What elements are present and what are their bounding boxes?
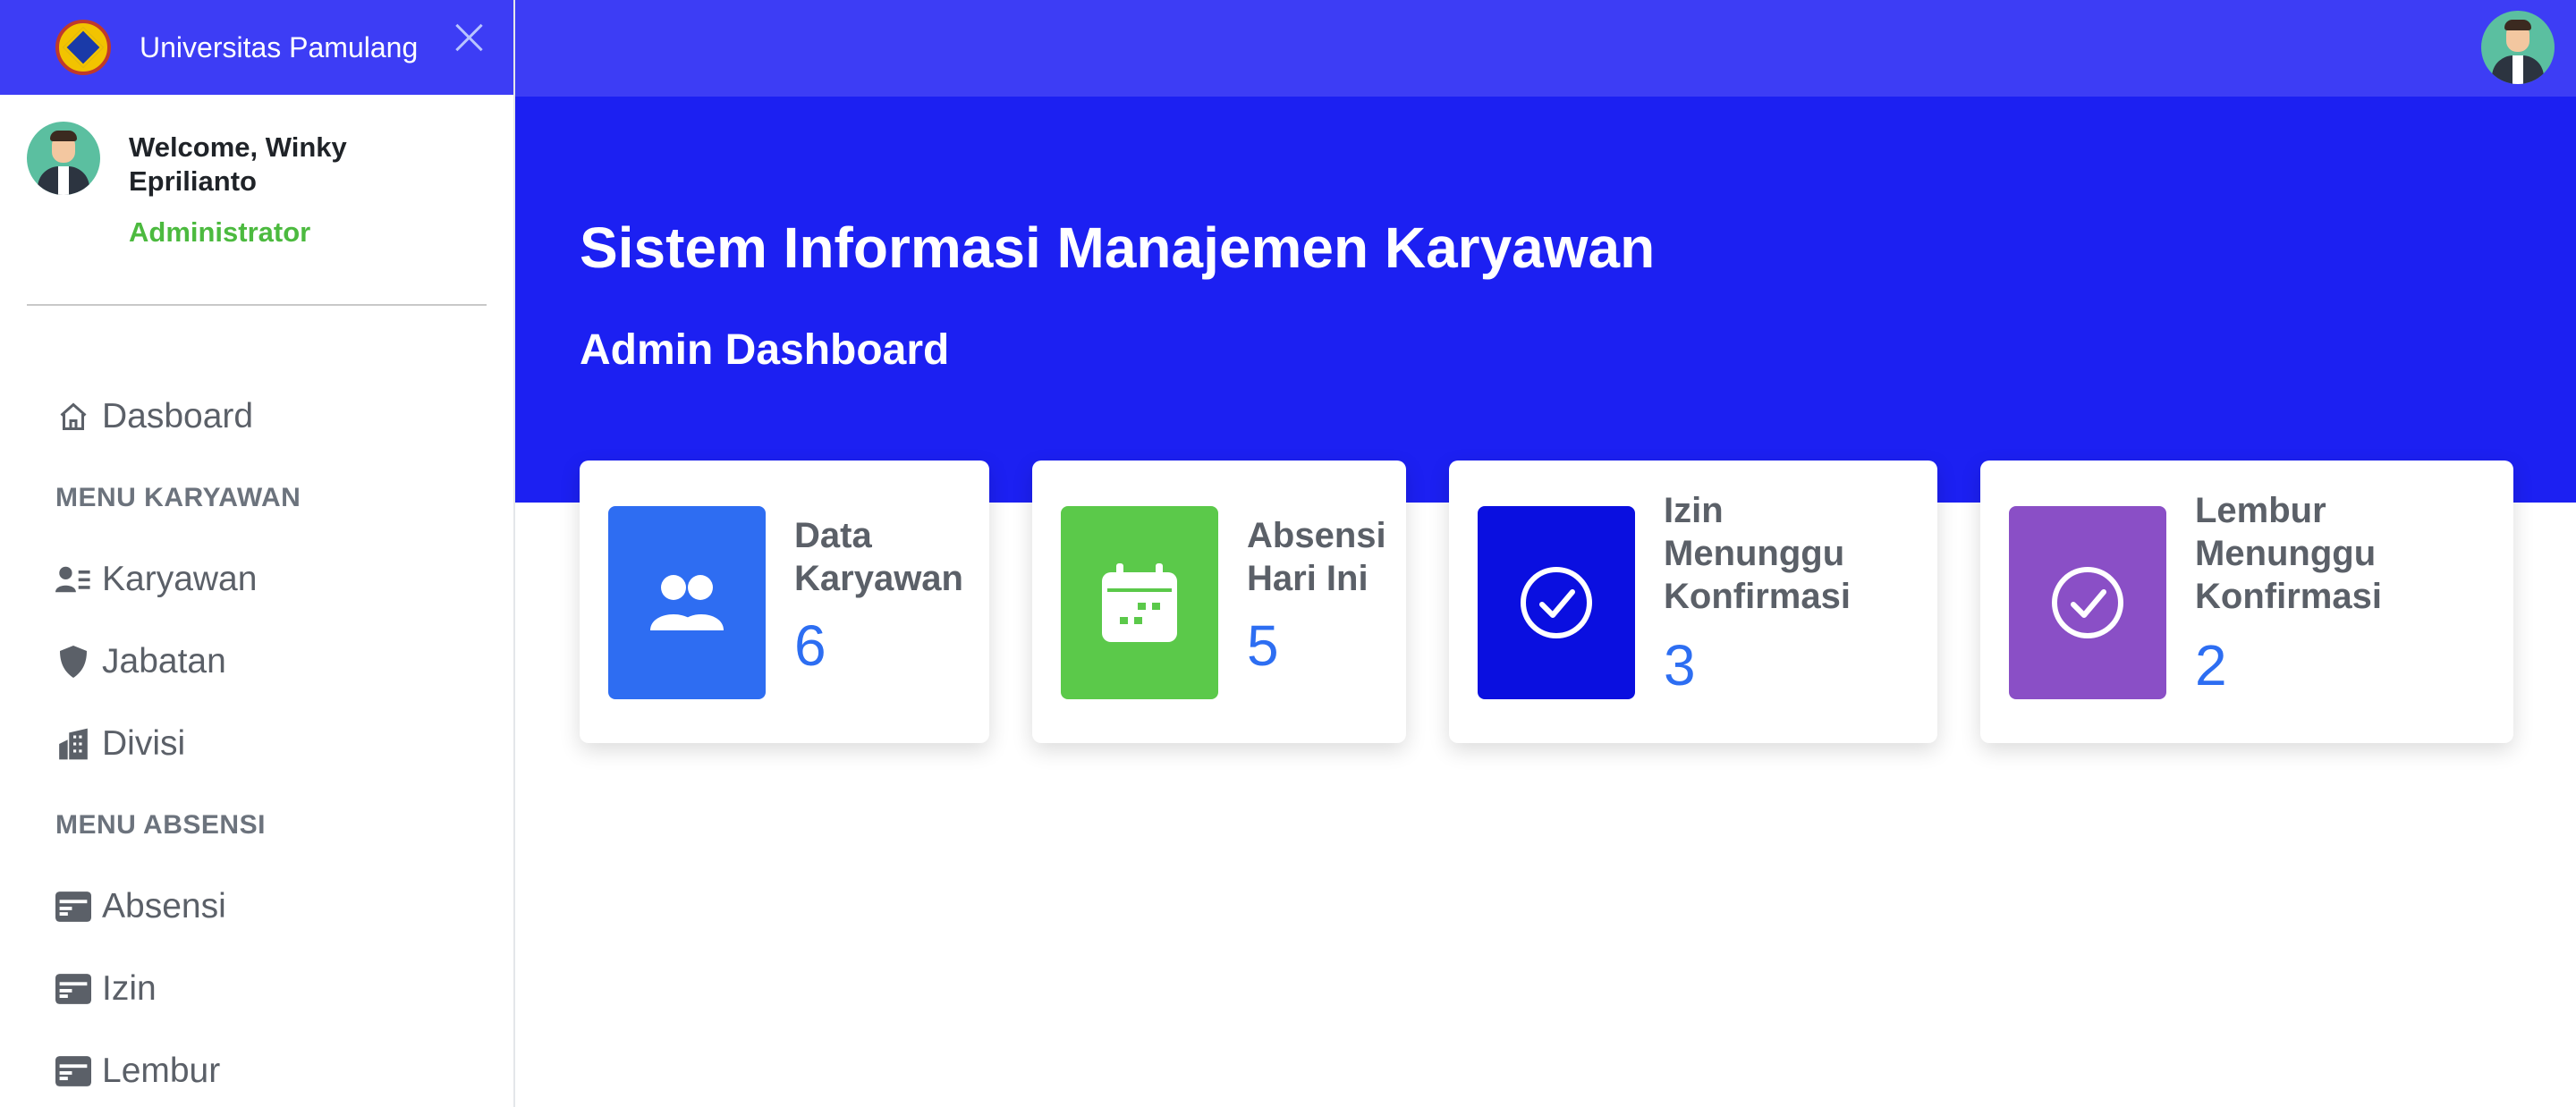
page-title: Sistem Informasi Manajemen Karyawan xyxy=(580,215,1656,280)
sidebar: Universitas Pamulang Welcome, Winky Epri… xyxy=(0,0,515,1107)
sidebar-item-divisi[interactable]: Divisi xyxy=(55,703,485,785)
menu-absensi-heading: MENU ABSENSI xyxy=(55,810,266,840)
card-label: Data Karyawan xyxy=(794,516,963,598)
brand-name: Universitas Pamulang xyxy=(140,30,419,63)
home-icon xyxy=(55,399,91,435)
page-subtitle: Admin Dashboard xyxy=(580,326,950,374)
sidebar-item-label: Divisi xyxy=(102,724,186,763)
sidebar-item-jabatan[interactable]: Jabatan xyxy=(55,621,485,703)
card-label: Izin Menunggu Konfirmasi xyxy=(1664,491,1851,616)
id-card-icon xyxy=(55,889,91,925)
card-value: 5 xyxy=(1247,613,1279,678)
check-circle-icon xyxy=(2009,506,2166,699)
sidebar-item-label: Dasboard xyxy=(102,397,254,435)
id-card-icon xyxy=(55,971,91,1007)
card-lembur-menunggu[interactable]: Lembur Menunggu Konfirmasi 2 xyxy=(1980,461,2513,743)
sidebar-item-label: Izin xyxy=(102,969,157,1008)
sidebar-nav: Dasboard MENU KARYAWAN Karyawan Jabatan … xyxy=(55,376,485,1107)
user-list-icon xyxy=(55,562,91,597)
profile-avatar-button[interactable] xyxy=(2481,11,2555,84)
top-navbar xyxy=(515,0,2576,97)
sidebar-item-karyawan[interactable]: Karyawan xyxy=(55,538,485,621)
sidebar-item-lembur[interactable]: Lembur xyxy=(55,1030,485,1107)
card-value: 3 xyxy=(1664,633,1696,697)
sidebar-item-izin[interactable]: Izin xyxy=(55,948,485,1030)
sidebar-divider xyxy=(27,304,487,306)
card-label: Lembur Menunggu Konfirmasi xyxy=(2195,491,2382,616)
sidebar-item-label: Absensi xyxy=(102,887,226,925)
close-sidebar-icon[interactable] xyxy=(451,20,487,55)
shield-icon xyxy=(55,644,91,680)
brand-bar: Universitas Pamulang xyxy=(0,0,513,95)
sidebar-item-label: Lembur xyxy=(102,1052,221,1090)
sidebar-item-dashboard[interactable]: Dasboard xyxy=(55,376,485,458)
card-izin-menunggu[interactable]: Izin Menunggu Konfirmasi 3 xyxy=(1449,461,1937,743)
card-value: 2 xyxy=(2195,633,2227,697)
menu-karyawan-heading: MENU KARYAWAN xyxy=(55,483,301,512)
user-avatar xyxy=(27,122,100,195)
building-icon xyxy=(55,726,91,762)
card-absensi-hari-ini[interactable]: Absensi Hari Ini 5 xyxy=(1032,461,1406,743)
hero-banner: Sistem Informasi Manajemen Karyawan Admi… xyxy=(515,97,2576,503)
users-icon xyxy=(608,506,766,699)
calendar-icon xyxy=(1061,506,1218,699)
card-label: Absensi Hari Ini xyxy=(1247,516,1386,598)
sidebar-item-label: Jabatan xyxy=(102,642,226,680)
id-card-icon xyxy=(55,1053,91,1089)
sidebar-item-label: Karyawan xyxy=(102,560,258,598)
card-value: 6 xyxy=(794,613,826,678)
check-circle-icon xyxy=(1478,506,1635,699)
welcome-text: Welcome, Winky Eprilianto xyxy=(129,131,347,197)
university-logo xyxy=(55,20,111,75)
user-role: Administrator xyxy=(129,216,311,248)
card-data-karyawan[interactable]: Data Karyawan 6 xyxy=(580,461,989,743)
user-profile: Welcome, Winky Eprilianto Administrator xyxy=(0,95,513,306)
sidebar-item-absensi[interactable]: Absensi xyxy=(55,866,485,948)
